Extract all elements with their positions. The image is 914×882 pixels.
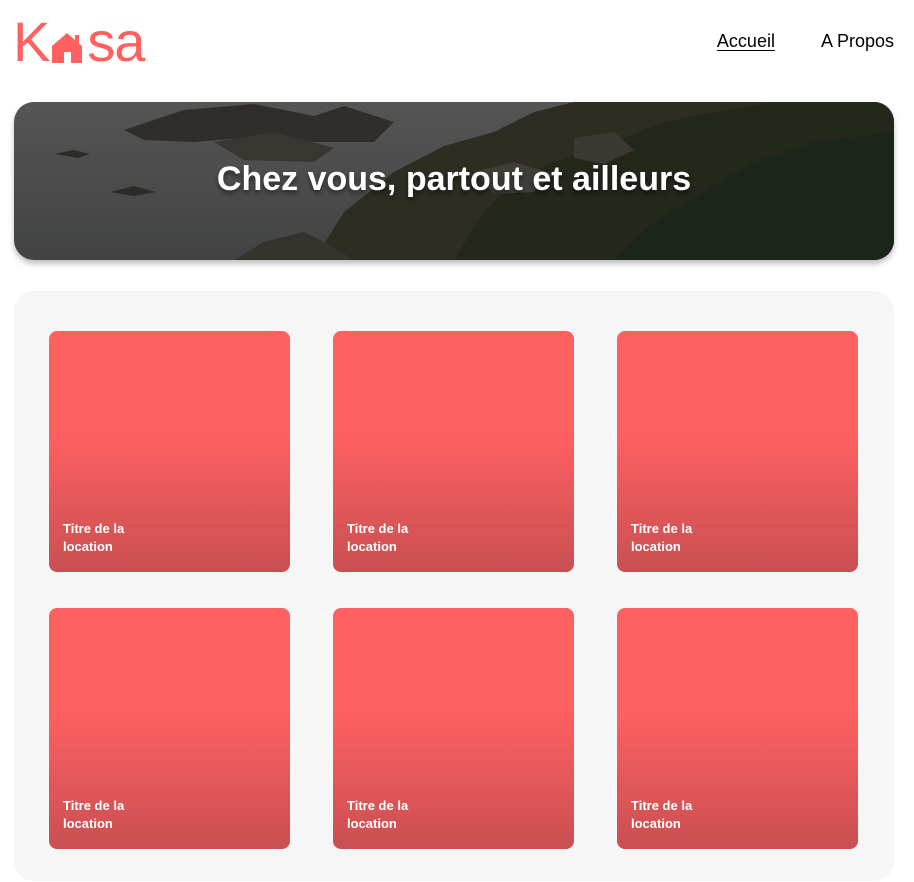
listing-card-title: Titre de la location bbox=[63, 521, 125, 554]
main-nav: Accueil A Propos bbox=[717, 31, 894, 52]
house-icon bbox=[50, 18, 86, 66]
nav-link-home[interactable]: Accueil bbox=[717, 31, 775, 52]
logo-letters-sa: sa bbox=[87, 10, 145, 73]
nav-link-about[interactable]: A Propos bbox=[821, 31, 894, 52]
banner-title: Chez vous, partout et ailleurs bbox=[216, 160, 692, 198]
listing-card-title: Titre de la location bbox=[631, 521, 693, 554]
listing-card[interactable]: Titre de la location bbox=[333, 608, 574, 849]
listing-card[interactable]: Titre de la location bbox=[617, 331, 858, 572]
listing-card[interactable]: Titre de la location bbox=[49, 331, 290, 572]
listing-card-title: Titre de la location bbox=[63, 798, 125, 831]
listing-card[interactable]: Titre de la location bbox=[617, 608, 858, 849]
listing-card-title: Titre de la location bbox=[347, 521, 409, 554]
kasa-logo[interactable]: K sa bbox=[13, 10, 146, 73]
listings-gallery: Titre de la location Titre de la locatio… bbox=[14, 291, 894, 881]
header: K sa Accueil A Propos bbox=[0, 0, 914, 90]
logo-letter-k: K bbox=[13, 10, 50, 73]
listing-card[interactable]: Titre de la location bbox=[49, 608, 290, 849]
listing-card-title: Titre de la location bbox=[347, 798, 409, 831]
listing-card-title: Titre de la location bbox=[631, 798, 693, 831]
listing-card[interactable]: Titre de la location bbox=[333, 331, 574, 572]
hero-banner: Chez vous, partout et ailleurs bbox=[14, 102, 894, 260]
